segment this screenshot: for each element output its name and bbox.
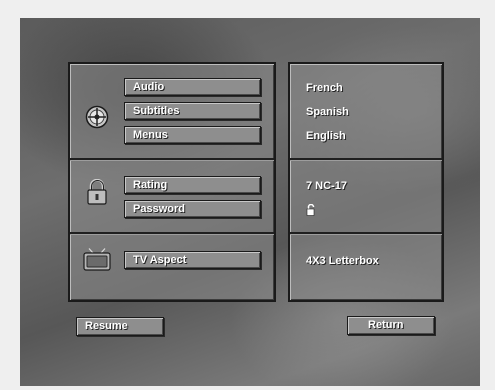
dvd-setup-screen: Audio Subtitles Menus Rating Password TV… [20, 18, 480, 386]
rating-value: 7 NC-17 [306, 180, 347, 192]
subtitles-button[interactable]: Subtitles [124, 102, 261, 120]
tv-aspect-button[interactable]: TV Aspect [124, 251, 261, 269]
password-button[interactable]: Password [124, 200, 261, 218]
section-divider [70, 158, 274, 161]
resume-button[interactable]: Resume [76, 317, 164, 336]
section-divider [290, 232, 442, 235]
settings-values-panel: French Spanish English 7 NC-17 4X3 Lette… [288, 62, 444, 302]
disc-crosshair-icon [85, 105, 109, 129]
padlock-icon [86, 178, 108, 205]
section-divider [70, 232, 274, 235]
rating-button[interactable]: Rating [124, 176, 261, 194]
unlocked-padlock-icon [306, 203, 316, 216]
menus-value: English [306, 130, 346, 142]
audio-value: French [306, 82, 343, 94]
tv-aspect-value: 4X3 Letterbox [306, 255, 379, 267]
section-divider [290, 158, 442, 161]
audio-button[interactable]: Audio [124, 78, 261, 96]
settings-menu-panel: Audio Subtitles Menus Rating Password TV… [68, 62, 276, 302]
return-button[interactable]: Return [347, 316, 435, 335]
tv-icon [83, 248, 111, 272]
menus-button[interactable]: Menus [124, 126, 261, 144]
subtitles-value: Spanish [306, 106, 349, 118]
